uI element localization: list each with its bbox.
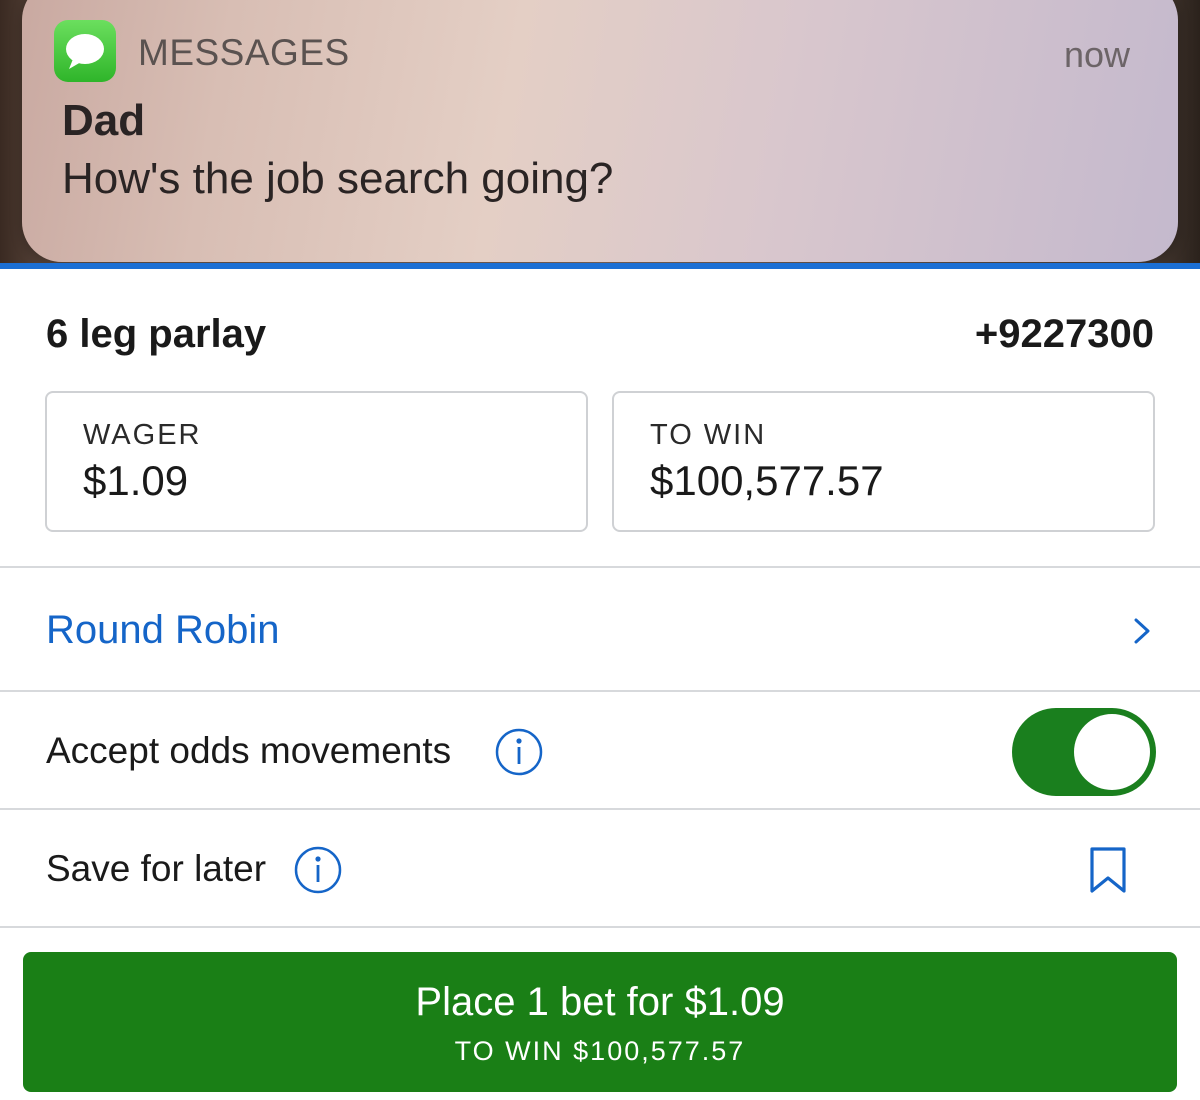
divider: [0, 690, 1200, 692]
notification-time: now: [1063, 34, 1130, 75]
message-notification[interactable]: MESSAGES now Dad How's the job search go…: [22, 0, 1178, 262]
info-icon[interactable]: [494, 727, 544, 777]
notification-message: How's the job search going?: [62, 154, 614, 203]
divider: [0, 808, 1200, 810]
place-bet-button[interactable]: Place 1 bet for $1.09 TO WIN $100,577.57: [23, 952, 1177, 1092]
wager-value[interactable]: $1.09: [83, 457, 188, 505]
save-for-later-label: Save for later: [46, 848, 267, 889]
notification-background: MESSAGES now Dad How's the job search go…: [0, 0, 1200, 263]
accept-odds-toggle[interactable]: [1012, 708, 1156, 796]
notification-sender: Dad: [62, 96, 146, 145]
divider: [0, 566, 1200, 568]
place-bet-label: Place 1 bet for $1.09: [415, 980, 785, 1024]
bookmark-icon[interactable]: [1088, 846, 1128, 894]
round-robin-link[interactable]: Round Robin: [46, 608, 280, 653]
wager-label: WAGER: [83, 419, 202, 451]
toggle-knob: [1074, 714, 1150, 790]
chevron-right-icon[interactable]: [1130, 614, 1154, 648]
divider: [0, 926, 1200, 928]
to-win-value[interactable]: $100,577.57: [650, 457, 884, 505]
messages-app-icon: [54, 20, 116, 82]
notification-app-name: MESSAGES: [138, 32, 350, 73]
to-win-field[interactable]: TO WIN $100,577.57: [612, 391, 1155, 532]
info-icon[interactable]: [293, 845, 343, 895]
header-rule: [0, 263, 1200, 269]
parlay-title: 6 leg parlay: [46, 312, 267, 356]
parlay-odds: +9227300: [974, 312, 1154, 356]
accept-odds-label: Accept odds movements: [46, 730, 452, 771]
place-bet-sublabel: TO WIN $100,577.57: [454, 1036, 746, 1066]
wager-field[interactable]: WAGER $1.09: [45, 391, 588, 532]
to-win-label: TO WIN: [650, 419, 767, 451]
